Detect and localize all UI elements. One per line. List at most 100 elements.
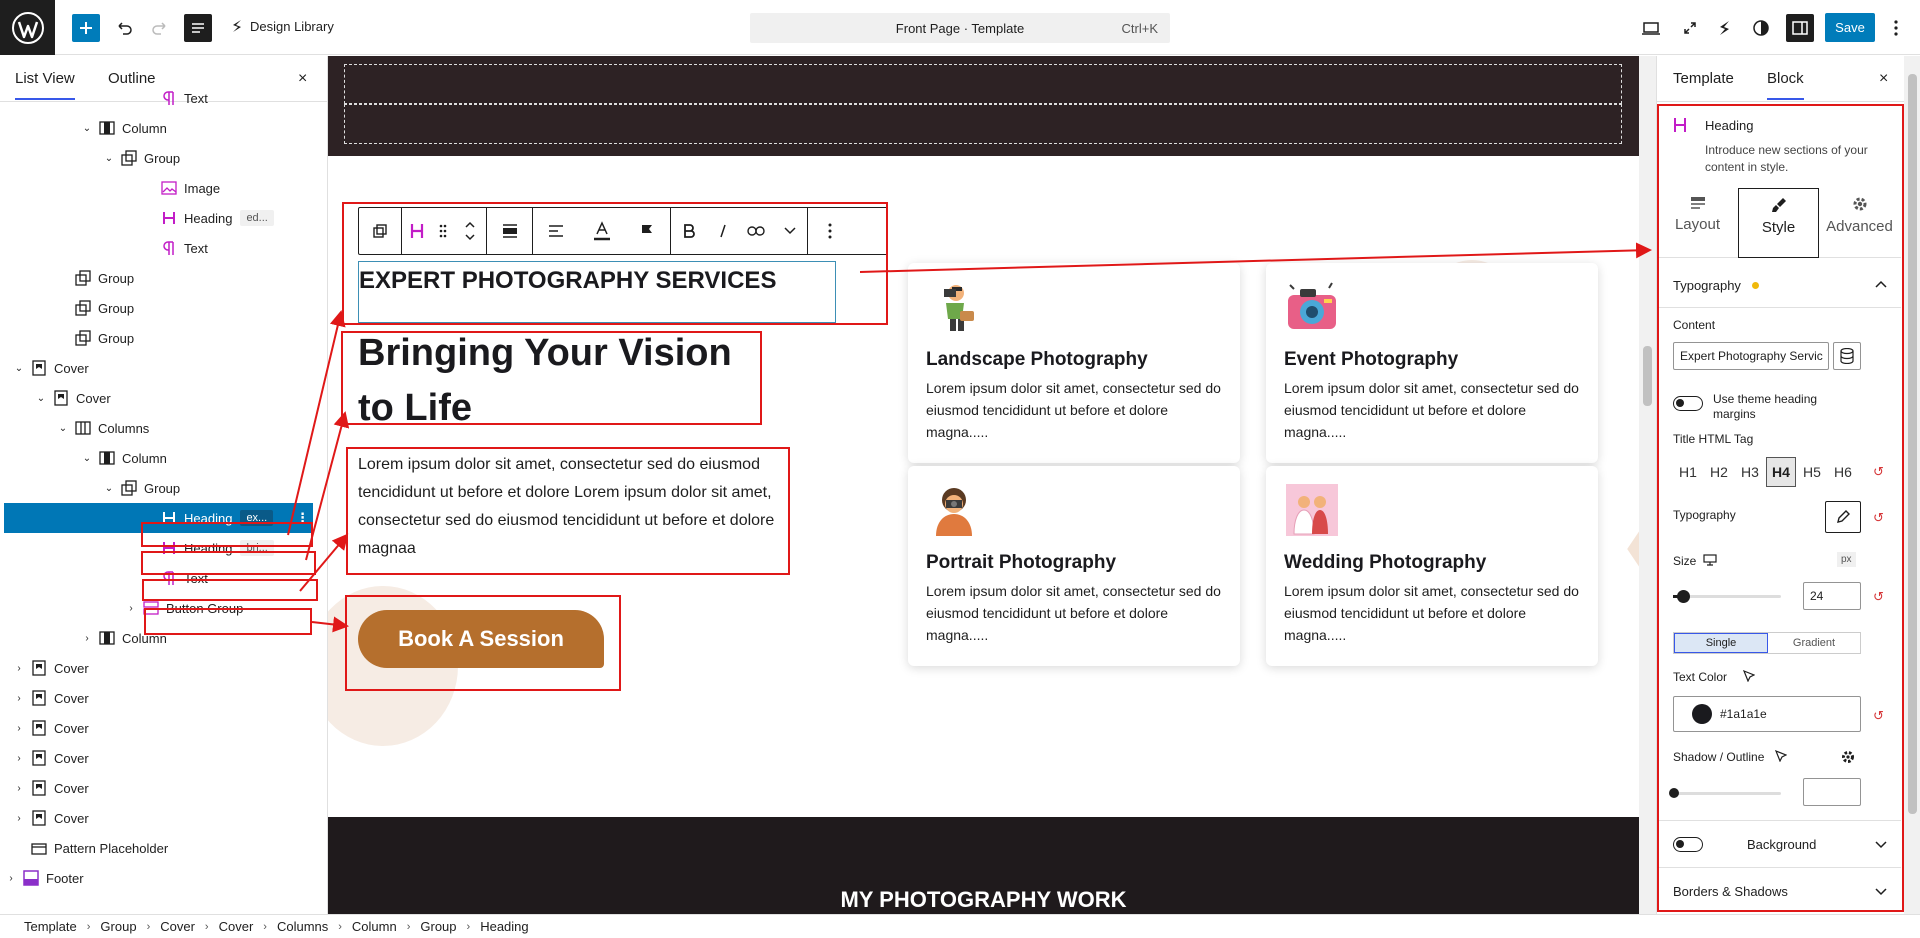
list-view-item[interactable]: › Cover	[4, 743, 313, 773]
chevron-down-icon[interactable]: ⌄	[80, 123, 94, 134]
command-title: Front Page · Template	[895, 21, 1025, 36]
stackable-settings-icon[interactable]	[1711, 14, 1739, 42]
close-icon[interactable]: ×	[1879, 70, 1888, 88]
breadcrumb-item[interactable]: Column	[352, 919, 397, 934]
chevron-down-icon[interactable]: ⌄	[12, 363, 26, 374]
chevron-down-icon[interactable]: ⌄	[102, 153, 116, 164]
redo-icon[interactable]	[146, 14, 174, 42]
list-view-item-label: Text	[184, 90, 208, 106]
breadcrumb-item[interactable]: Columns	[277, 919, 328, 934]
chevron-down-icon[interactable]: ⌄	[102, 483, 116, 494]
list-view-item[interactable]: ⌄ Group	[4, 473, 313, 503]
styles-icon[interactable]	[1747, 14, 1775, 42]
service-card[interactable]: Wedding Photography Lorem ipsum dolor si…	[1266, 466, 1598, 666]
list-view-item[interactable]: ⌄ Cover	[4, 383, 313, 413]
desktop-preview-icon[interactable]	[1637, 14, 1665, 42]
dark-portfolio-section[interactable]: MY PHOTOGRAPHY WORK	[328, 817, 1639, 914]
tab-template[interactable]: Template	[1673, 70, 1734, 87]
list-view-item[interactable]: Group	[4, 293, 313, 323]
cover-icon	[30, 749, 48, 767]
chevron-down-icon[interactable]: ⌄	[34, 393, 48, 404]
tab-block[interactable]: Block	[1767, 70, 1804, 100]
dark-cover-section[interactable]	[328, 56, 1639, 156]
list-view-item[interactable]: ⌄ Group	[4, 143, 313, 173]
chevron-down-icon[interactable]: ⌄	[80, 453, 94, 464]
chevron-down-icon[interactable]: ⌄	[56, 423, 70, 434]
list-view-item[interactable]: › Footer	[4, 863, 313, 893]
list-view-item-label: Cover	[76, 390, 111, 406]
list-view-item[interactable]: Text	[4, 233, 313, 263]
placeholder-icon	[30, 839, 48, 857]
list-view-item-label: Group	[144, 150, 181, 166]
chevron-right-icon: ›	[466, 920, 471, 933]
list-view-item[interactable]: › Cover	[4, 773, 313, 803]
list-view-item-label: Footer	[46, 870, 84, 886]
list-view-item[interactable]: Image	[4, 173, 313, 203]
service-card[interactable]: Landscape Photography Lorem ipsum dolor …	[908, 263, 1240, 463]
chevron-right-icon[interactable]: ›	[12, 663, 26, 674]
breadcrumb-item[interactable]: Group	[100, 919, 136, 934]
list-view-item[interactable]: Text	[4, 83, 313, 113]
image-icon	[160, 179, 178, 197]
command-palette[interactable]: Front Page · Template Ctrl+K	[750, 13, 1170, 43]
settings-scrollbar[interactable]	[1904, 56, 1920, 914]
column-icon	[98, 119, 116, 137]
list-view-item[interactable]: Pattern Placeholder	[4, 833, 313, 863]
chevron-right-icon[interactable]: ›	[124, 603, 138, 614]
breadcrumb-item[interactable]: Heading	[480, 919, 528, 934]
list-view-item-label: Cover	[54, 360, 89, 376]
wordpress-logo-icon[interactable]	[0, 0, 55, 55]
list-view-item[interactable]: ⌄ Columns	[4, 413, 313, 443]
list-view-item[interactable]: Group	[4, 323, 313, 353]
list-view-item-label: Columns	[98, 420, 150, 436]
chevron-right-icon[interactable]: ›	[4, 873, 18, 884]
list-view-item[interactable]: ⌄ Column	[4, 113, 313, 143]
chevron-right-icon[interactable]: ›	[12, 723, 26, 734]
scrollbar-thumb[interactable]	[1643, 346, 1652, 406]
design-library-button[interactable]: Design Library	[230, 18, 334, 34]
list-view-item[interactable]: › Cover	[4, 683, 313, 713]
list-view-item[interactable]: › Cover	[4, 713, 313, 743]
portfolio-title: MY PHOTOGRAPHY WORK	[840, 887, 1127, 912]
options-menu-icon[interactable]	[1882, 14, 1910, 42]
list-view-item-label: Column	[122, 120, 167, 136]
canvas-scrollbar[interactable]	[1639, 56, 1656, 914]
list-view-item[interactable]: Group	[4, 263, 313, 293]
card-description: Lorem ipsum dolor sit amet, consectetur …	[1284, 380, 1579, 440]
undo-icon[interactable]	[110, 14, 138, 42]
chevron-right-icon[interactable]: ›	[80, 633, 94, 644]
cover-icon	[30, 719, 48, 737]
add-block-button[interactable]	[72, 14, 100, 42]
list-view-item-label: Column	[122, 450, 167, 466]
breadcrumb-item[interactable]: Group	[420, 919, 456, 934]
editor-toolbar: Design Library Front Page · Template Ctr…	[0, 0, 1920, 55]
chevron-right-icon[interactable]: ›	[12, 753, 26, 764]
list-view-item[interactable]: Heading ed...	[4, 203, 313, 233]
photographer-icon	[926, 279, 982, 335]
list-view-button[interactable]	[184, 14, 212, 42]
breadcrumb-item[interactable]: Cover	[219, 919, 254, 934]
card-description: Lorem ipsum dolor sit amet, consectetur …	[926, 583, 1221, 643]
list-view-item[interactable]: › Cover	[4, 803, 313, 833]
settings-sidebar-icon[interactable]	[1786, 14, 1814, 42]
fullscreen-icon[interactable]	[1676, 14, 1704, 42]
columns-icon	[74, 419, 92, 437]
list-view-item[interactable]: ⌄ Cover	[4, 353, 313, 383]
list-view-item-label: Cover	[54, 690, 89, 706]
list-view-item-label: Image	[184, 180, 221, 196]
heading-icon	[160, 209, 178, 227]
chevron-right-icon[interactable]: ›	[12, 693, 26, 704]
chevron-right-icon[interactable]: ›	[12, 813, 26, 824]
breadcrumb: Template › Group › Cover › Cover › Columns › Colum…	[0, 914, 1920, 938]
scrollbar-thumb[interactable]	[1908, 74, 1917, 814]
save-button[interactable]: Save	[1825, 13, 1875, 42]
service-card[interactable]: Event Photography Lorem ipsum dolor sit …	[1266, 263, 1598, 463]
annotation-box	[342, 202, 888, 325]
list-view-item[interactable]: › Cover	[4, 653, 313, 683]
breadcrumb-item[interactable]: Cover	[160, 919, 195, 934]
list-view-item[interactable]: ⌄ Column	[4, 443, 313, 473]
service-card[interactable]: Portrait Photography Lorem ipsum dolor s…	[908, 466, 1240, 666]
breadcrumb-item[interactable]: Template	[24, 919, 77, 934]
chevron-right-icon[interactable]: ›	[12, 783, 26, 794]
annotation-box	[141, 522, 313, 547]
